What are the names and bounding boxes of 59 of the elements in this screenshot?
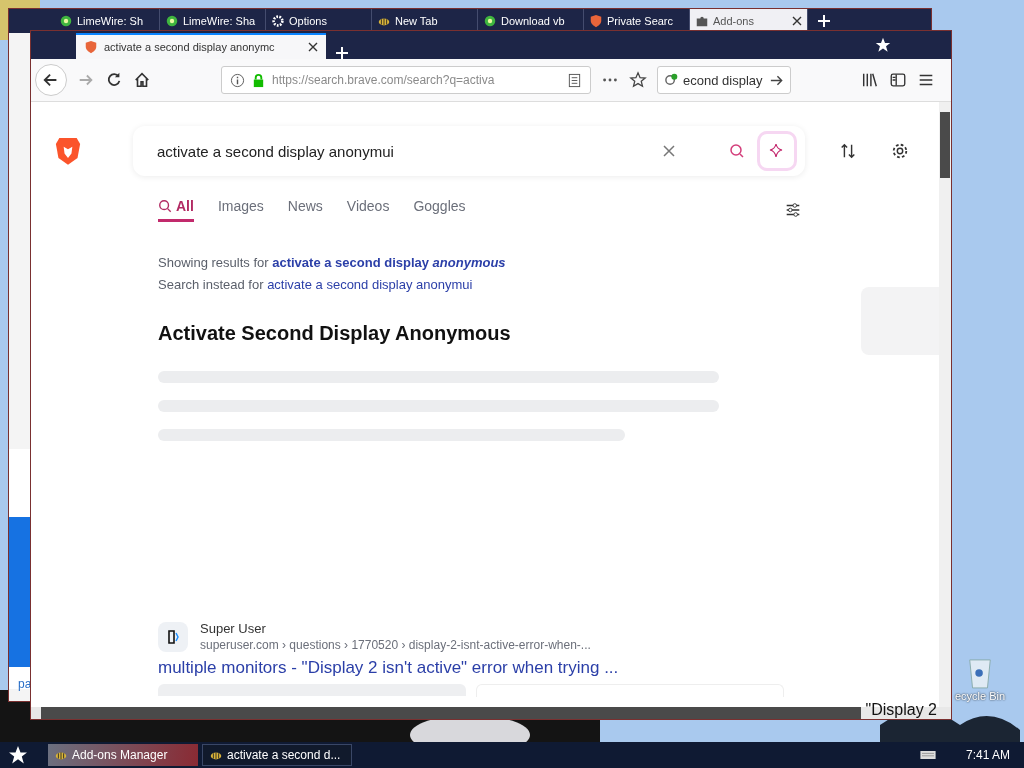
result-title-link[interactable]: multiple monitors - "Display 2 isn't active" error when trying ... <box>158 658 802 678</box>
tab[interactable]: activate a second display anonymc <box>76 33 326 59</box>
sidebar-icon[interactable] <box>889 71 907 89</box>
lime-icon <box>165 14 179 28</box>
search-field[interactable]: activate a second display anonymui <box>133 126 805 176</box>
search-icon[interactable] <box>158 199 172 213</box>
result-url: superuser.com › questions › 1770520 › display-2-isnt-active-error-when-... <box>200 638 591 652</box>
tab[interactable]: All <box>158 198 194 222</box>
site-name: Super User <box>200 621 267 636</box>
gear-icon <box>271 14 285 28</box>
clock[interactable]: 7:41 AM <box>965 748 1010 762</box>
reload-icon[interactable] <box>105 71 123 89</box>
url-text: https://search.brave.com/search?q=activa <box>272 73 496 87</box>
close-icon[interactable] <box>792 16 802 26</box>
shield-icon <box>589 14 603 28</box>
info-icon[interactable] <box>230 72 245 88</box>
lime-icon <box>59 14 73 28</box>
search-icon[interactable] <box>729 143 745 159</box>
keyboard-icon[interactable] <box>919 750 936 760</box>
sparkle-icon[interactable] <box>769 143 785 159</box>
settings-icon[interactable] <box>891 142 909 160</box>
back-button[interactable] <box>35 64 67 96</box>
taskbar-button[interactable]: Add-ons Manager <box>48 744 198 766</box>
corrected-query-link[interactable]: activate a second display anonymous <box>272 255 506 270</box>
snippet-text: "Display 2 <box>865 701 937 719</box>
tab[interactable]: Videos <box>346 198 390 222</box>
answer-heading: Activate Second Display Anonymous <box>158 322 512 345</box>
scrollbar-thumb[interactable] <box>41 707 861 719</box>
tab[interactable]: Images <box>217 198 264 222</box>
home-icon[interactable] <box>133 71 151 89</box>
new-tab-icon[interactable] <box>818 15 830 27</box>
original-query-link[interactable]: activate a second display anonymui <box>267 277 473 292</box>
new-tab-icon[interactable] <box>336 47 348 59</box>
tab[interactable]: News <box>287 198 323 222</box>
correction-label: Showing results for <box>158 255 269 270</box>
address-bar[interactable]: https://search.brave.com/search?q=activa <box>221 66 591 94</box>
site-favicon-icon <box>158 621 188 652</box>
clear-icon[interactable] <box>661 143 677 159</box>
taskbar-button[interactable]: activate a second d... <box>202 744 352 766</box>
star-icon <box>875 37 891 53</box>
reader-view-icon[interactable] <box>567 72 582 88</box>
search-icon <box>664 72 679 88</box>
sort-icon[interactable] <box>839 142 857 160</box>
search-field[interactable]: econd display <box>657 66 791 94</box>
lime-icon <box>483 14 497 28</box>
correction-label: Search instead for <box>158 277 264 292</box>
link[interactable]: pa <box>18 677 31 691</box>
sparkle-button[interactable] <box>757 131 797 171</box>
library-icon[interactable] <box>861 71 879 89</box>
star-start-icon[interactable] <box>8 745 28 765</box>
lion-logo-icon[interactable] <box>55 135 81 167</box>
close-icon[interactable] <box>308 42 318 52</box>
shield-icon <box>84 40 98 54</box>
tab[interactable]: Goggles <box>413 198 466 222</box>
scrollbar-thumb[interactable] <box>940 112 950 178</box>
tab[interactable]: Add-ons <box>690 9 808 33</box>
filter-icon[interactable] <box>784 201 802 219</box>
bookmark-star-icon[interactable] <box>629 71 647 89</box>
lock-icon[interactable] <box>251 72 266 88</box>
